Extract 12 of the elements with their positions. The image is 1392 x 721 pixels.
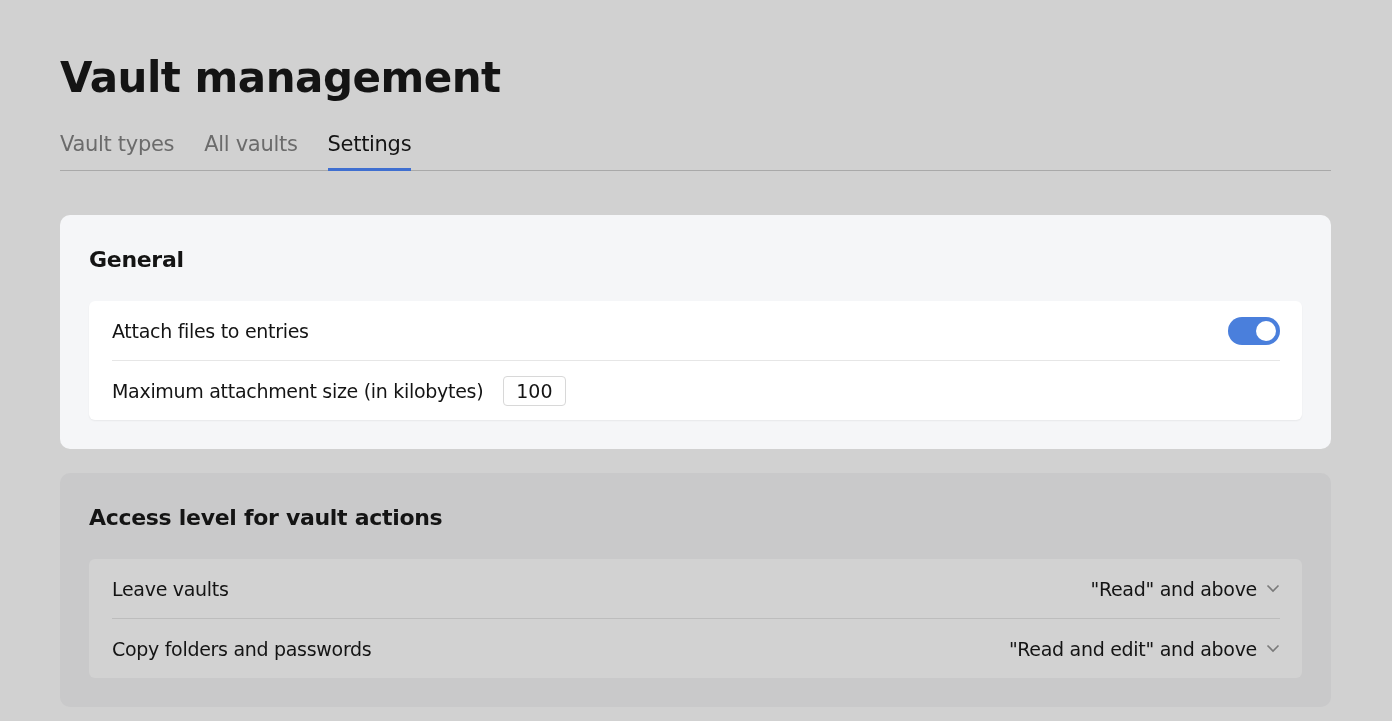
chevron-down-icon (1266, 584, 1280, 593)
setting-label: Leave vaults (112, 577, 229, 600)
toggle-switch[interactable] (1228, 316, 1280, 345)
setting-label: Attach files to entries (112, 319, 309, 342)
page-title: Vault management (60, 52, 502, 104)
setting-label: Maximum attachment size (in kilobytes) (112, 379, 484, 402)
setting-label: Copy folders and passwords (112, 637, 372, 660)
section-title: Access level for vault actions (89, 504, 444, 532)
tab[interactable]: Settings (327, 132, 412, 171)
number-field[interactable]: 100 (503, 375, 566, 406)
section-title: General (89, 246, 185, 274)
chevron-down-icon (1266, 644, 1280, 653)
